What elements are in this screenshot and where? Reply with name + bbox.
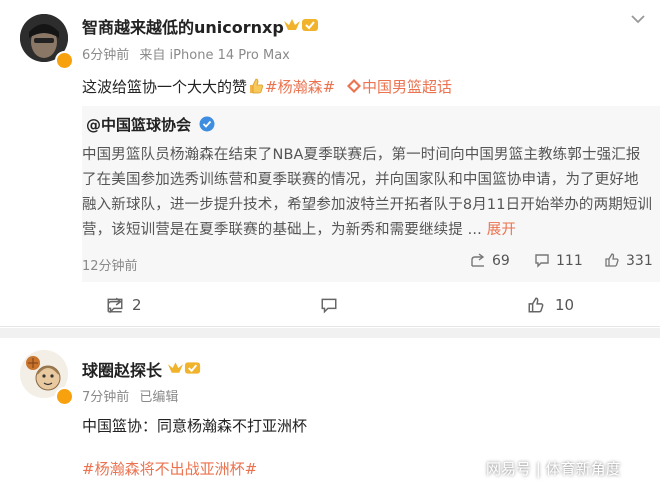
watermark: 网易号 | 体育新角度: [486, 458, 621, 479]
post-meta: 7分钟前 已编辑: [82, 386, 178, 405]
quoted-author-name[interactable]: @中国篮球协会: [86, 116, 191, 134]
quoted-comment-count[interactable]: 111: [534, 252, 583, 269]
like-icon: [605, 253, 619, 267]
post-meta: 6分钟前 来自 iPhone 14 Pro Max: [82, 44, 290, 63]
verified-badge-icon: [55, 51, 74, 70]
member-crown-icon: [284, 19, 318, 31]
expand-link[interactable]: 展开: [487, 222, 516, 238]
verified-badge-icon: [55, 387, 74, 406]
quoted-text-line: 融入新球队，进一步提升技术，希望参加波特兰开拓者队于8月11日开始举办的两期短训: [82, 197, 653, 213]
member-crown-icon: [167, 362, 201, 374]
edited-label[interactable]: 已编辑: [139, 390, 178, 405]
like-button[interactable]: 10: [527, 296, 574, 314]
comment-icon: [535, 254, 549, 268]
post-separator: [0, 328, 660, 338]
weibo-post: 智商越来越低的unicornxp 6分钟前 来自 iPhone 14 Pro M…: [0, 0, 660, 328]
quoted-time: 12分钟前: [82, 259, 138, 274]
watermark-brand: 网易号: [486, 460, 532, 478]
watermark-separator: |: [535, 460, 541, 478]
quoted-text-line: 了在美国参加选秀训练营和夏季联赛的情况，并向国家队和中国篮协申请，为了更好地: [82, 172, 639, 188]
post-time: 7分钟前: [82, 390, 130, 405]
like-icon: [528, 297, 544, 313]
super-topic-diamond-icon: [346, 79, 361, 93]
quoted-comment-count-value: 111: [556, 253, 583, 269]
quoted-text-line: 营，该短训营是在夏季联赛的基础上，为新秀和需要继续提 ... 展开: [82, 218, 516, 239]
quoted-like-count-value: 331: [626, 253, 653, 269]
post-text: 中国篮协：同意杨瀚森不打亚洲杯: [82, 417, 308, 435]
quoted-text-line: 中国男篮队员杨瀚森在结束了NBA夏季联赛后，第一时间向中国男篮主教练郭士强汇报: [82, 147, 641, 163]
thumbs-up-emoji-icon: [250, 78, 264, 94]
quoted-text-line-body: 营，该短训营是在夏季联赛的基础上，为新秀和需要继续提 ...: [82, 222, 482, 238]
forward-icon: [321, 298, 337, 314]
post-time: 6分钟前: [82, 48, 130, 63]
chevron-down-icon[interactable]: [630, 14, 646, 24]
share-forward-button[interactable]: [320, 296, 348, 314]
username[interactable]: 智商越来越低的unicornxp: [82, 14, 284, 38]
comment-icon: [107, 298, 123, 314]
divider: [0, 326, 660, 327]
hashtag-link[interactable]: #杨瀚森将不出战亚洲杯#: [82, 458, 257, 479]
quoted-author[interactable]: @中国篮球协会: [86, 114, 215, 135]
like-count: 10: [555, 296, 575, 314]
reposted-post[interactable]: @中国篮球协会 中国男篮队员杨瀚森在结束了NBA夏季联赛后，第一时间向中国男篮主…: [82, 106, 660, 282]
post-source: 来自 iPhone 14 Pro Max: [139, 48, 290, 63]
post-text-body: 这波给篮协一个大大的赞: [82, 78, 248, 96]
quoted-like-count[interactable]: 331: [604, 252, 653, 269]
quoted-share-count[interactable]: 69: [470, 252, 510, 269]
quoted-share-count-value: 69: [492, 253, 510, 269]
blue-verified-icon: [199, 116, 215, 132]
username[interactable]: 球圈赵探长: [82, 357, 162, 381]
comment-button[interactable]: 2: [106, 296, 142, 314]
post-text: 这波给篮协一个大大的赞 #杨瀚森# 中国男篮超话: [82, 76, 452, 97]
super-topic-link[interactable]: 中国男篮超话: [362, 78, 452, 96]
comment-count: 2: [132, 296, 142, 314]
share-icon: [471, 253, 485, 267]
watermark-account: 体育新角度: [545, 460, 621, 478]
hashtag-link[interactable]: #杨瀚森#: [265, 78, 335, 96]
